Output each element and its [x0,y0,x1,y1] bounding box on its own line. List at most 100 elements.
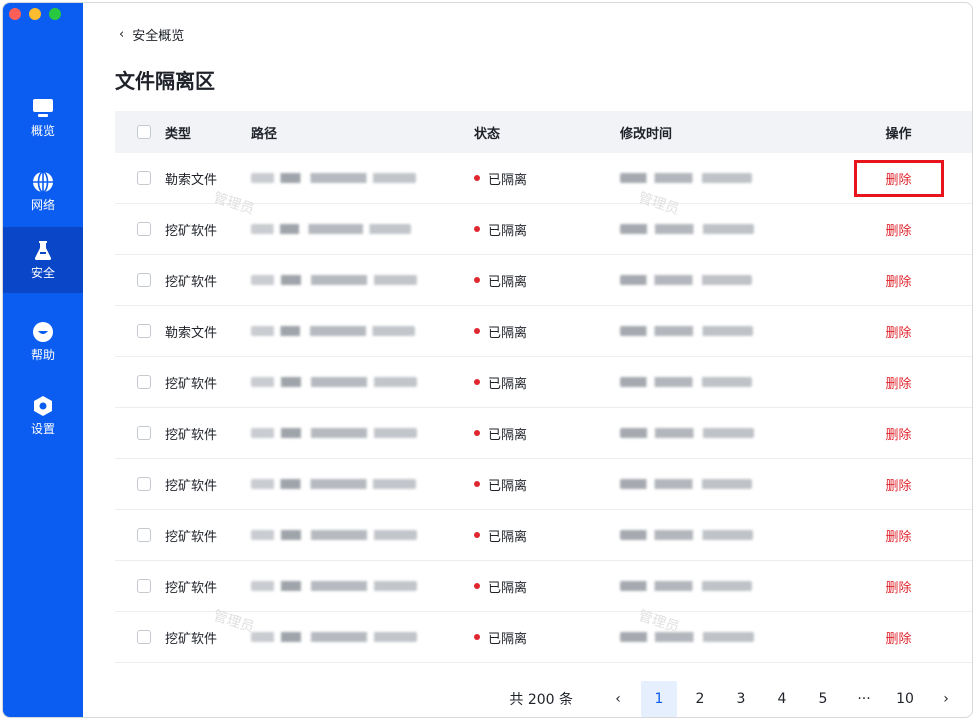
delete-button[interactable]: 删除 [857,622,941,653]
pagination-page-button[interactable]: 10 [887,681,923,717]
column-header-path[interactable]: 路径 [251,123,474,142]
sidebar-item-security[interactable]: 安全 [3,227,83,293]
status-dot-icon [474,532,480,538]
close-window-button[interactable] [9,8,21,20]
row-checkbox[interactable] [137,222,151,236]
redacted-modified-time [620,173,752,183]
monitor-icon [33,99,53,117]
status-dot-icon [474,430,480,436]
main-content: ‹ 安全概览 文件隔离区 类型 路径 状态 修改时间 操作 勒索文件 已隔离 删除挖… [83,3,972,717]
hexagon-settings-icon [34,396,52,416]
status-label: 已隔离 [488,376,528,392]
column-header-modified[interactable]: 修改时间 [620,123,822,142]
delete-button[interactable]: 删除 [857,571,941,602]
sidebar-item-network[interactable]: 网络 [3,159,83,225]
sidebar-item-label: 安全 [30,266,55,280]
maximize-window-button[interactable] [49,8,61,20]
sidebar-item-help[interactable]: 帮助 [3,309,83,375]
row-checkbox[interactable] [137,375,151,389]
pagination-prev-button[interactable]: ‹ [600,681,636,717]
column-header-action: 操作 [885,126,912,142]
delete-button[interactable]: 删除 [853,159,944,197]
table-row[interactable]: 挖矿软件 已隔离 删除 [115,357,972,408]
row-checkbox[interactable] [137,273,151,287]
status-badge: 已隔离 [474,424,620,443]
minimize-window-button[interactable] [29,8,41,20]
redacted-modified-time [620,224,754,234]
table-header: 类型 路径 状态 修改时间 操作 [115,111,972,153]
sidebar-item-label: 网络 [30,198,55,212]
chevron-left-icon[interactable]: ‹ [119,27,124,42]
sidebar-item-label: 设置 [30,422,55,436]
delete-button[interactable]: 删除 [857,469,941,500]
table-row[interactable]: 挖矿软件 已隔离 删除 [115,561,972,612]
column-header-status[interactable]: 状态 [474,123,620,142]
flask-icon [34,241,52,260]
table-row[interactable]: 挖矿软件 已隔离 删除 [115,459,972,510]
status-label: 已隔离 [488,223,528,239]
app-window: 概览 网络 安全 帮助 设置 ‹ 安全概览 文件隔离区 类型 路径 状态 修改时… [2,2,973,718]
status-dot-icon [474,328,480,334]
redacted-path [251,428,417,438]
status-dot-icon [474,175,480,181]
back-link[interactable]: 安全概览 [132,25,184,44]
redacted-modified-time [620,377,752,387]
delete-button[interactable]: 删除 [857,418,941,449]
pagination-page-button[interactable]: 3 [723,681,759,717]
breadcrumb[interactable]: ‹ 安全概览 [119,25,184,44]
row-checkbox[interactable] [137,324,151,338]
status-badge: 已隔离 [474,169,620,188]
redacted-modified-time [620,632,754,642]
status-badge: 已隔离 [474,577,620,596]
pagination-page-button[interactable]: 5 [805,681,841,717]
sidebar-item-label: 帮助 [30,348,55,362]
redacted-modified-time [620,428,754,438]
redacted-modified-time [620,581,752,591]
select-all-checkbox[interactable] [137,125,151,139]
status-badge: 已隔离 [474,373,620,392]
sidebar-item-settings[interactable]: 设置 [3,383,83,449]
delete-button[interactable]: 删除 [857,367,941,398]
delete-button[interactable]: 删除 [857,520,941,551]
table-row[interactable]: 挖矿软件 已隔离 删除 [115,408,972,459]
table-row[interactable]: 挖矿软件 已隔离 删除 [115,255,972,306]
row-checkbox[interactable] [137,579,151,593]
row-type: 挖矿软件 [165,529,218,545]
redacted-modified-time [620,326,753,336]
pagination-page-button[interactable]: 1 [641,681,677,717]
redacted-path [251,326,415,336]
pagination-next-button[interactable]: › [928,681,964,717]
status-badge: 已隔离 [474,526,620,545]
row-checkbox[interactable] [137,477,151,491]
status-label: 已隔离 [488,478,528,494]
window-controls [9,8,61,20]
table-row[interactable]: 勒索文件 已隔离 删除 [115,306,972,357]
row-checkbox[interactable] [137,528,151,542]
status-label: 已隔离 [488,580,528,596]
page-title: 文件隔离区 [115,69,215,93]
delete-button[interactable]: 删除 [857,316,941,347]
row-type: 挖矿软件 [165,274,218,290]
sidebar-item-overview[interactable]: 概览 [3,85,83,151]
status-badge: 已隔离 [474,271,620,290]
status-dot-icon [474,226,480,232]
sidebar-item-label: 概览 [30,124,55,138]
column-header-type[interactable]: 类型 [165,123,251,142]
pagination-page-button[interactable]: 4 [764,681,800,717]
row-checkbox[interactable] [137,426,151,440]
redacted-path [251,275,417,285]
row-checkbox[interactable] [137,171,151,185]
table-row[interactable]: 挖矿软件 已隔离 删除 [115,510,972,561]
pagination-page-button[interactable]: 2 [682,681,718,717]
row-checkbox[interactable] [137,630,151,644]
pagination-ellipsis[interactable]: ··· [846,681,882,717]
delete-button[interactable]: 删除 [857,214,941,245]
status-dot-icon [474,277,480,283]
delete-button[interactable]: 删除 [857,265,941,296]
row-type: 挖矿软件 [165,223,218,239]
status-dot-icon [474,481,480,487]
redacted-path [251,224,411,234]
row-type: 勒索文件 [165,325,218,341]
row-type: 勒索文件 [165,172,218,188]
globe-icon [33,171,53,193]
